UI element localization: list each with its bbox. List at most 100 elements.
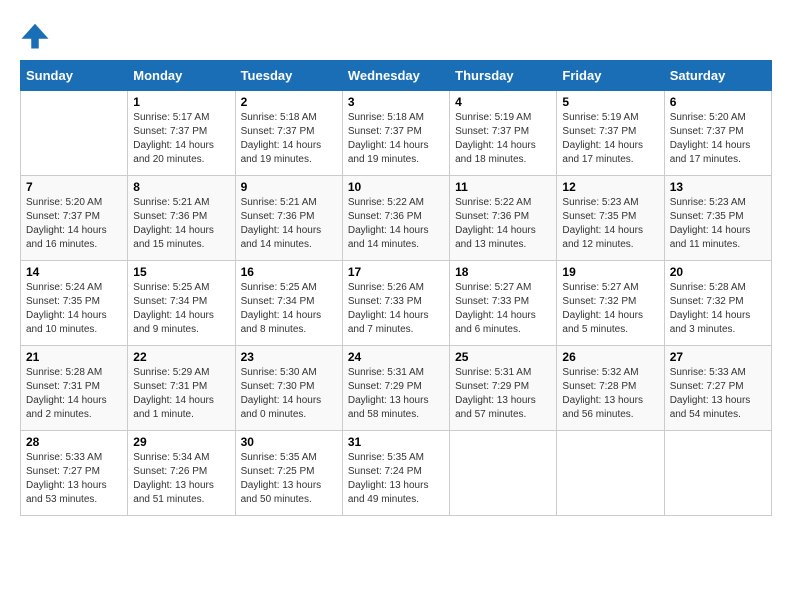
day-info: Sunrise: 5:29 AM Sunset: 7:31 PM Dayligh… — [133, 366, 229, 422]
day-number: 18 — [455, 265, 551, 279]
calendar-cell: 21 Sunrise: 5:28 AM Sunset: 7:31 PM Dayli… — [21, 346, 128, 431]
day-info: Sunrise: 5:34 AM Sunset: 7:26 PM Dayligh… — [133, 451, 229, 507]
calendar-week-row: 21 Sunrise: 5:28 AM Sunset: 7:31 PM Dayli… — [21, 346, 772, 431]
day-number: 29 — [133, 435, 229, 449]
day-number: 6 — [670, 95, 766, 109]
day-info: Sunrise: 5:23 AM Sunset: 7:35 PM Dayligh… — [670, 196, 766, 252]
day-number: 12 — [562, 180, 658, 194]
day-info: Sunrise: 5:23 AM Sunset: 7:35 PM Dayligh… — [562, 196, 658, 252]
calendar-cell: 19 Sunrise: 5:27 AM Sunset: 7:32 PM Dayli… — [557, 261, 664, 346]
day-info: Sunrise: 5:28 AM Sunset: 7:31 PM Dayligh… — [26, 366, 122, 422]
day-number: 28 — [26, 435, 122, 449]
day-number: 19 — [562, 265, 658, 279]
day-number: 25 — [455, 350, 551, 364]
day-number: 23 — [241, 350, 337, 364]
day-info: Sunrise: 5:31 AM Sunset: 7:29 PM Dayligh… — [348, 366, 444, 422]
calendar-cell: 18 Sunrise: 5:27 AM Sunset: 7:33 PM Dayli… — [450, 261, 557, 346]
calendar-cell: 13 Sunrise: 5:23 AM Sunset: 7:35 PM Dayli… — [664, 176, 771, 261]
day-info: Sunrise: 5:18 AM Sunset: 7:37 PM Dayligh… — [348, 111, 444, 167]
day-number: 7 — [26, 180, 122, 194]
calendar-cell — [557, 431, 664, 516]
calendar-cell: 16 Sunrise: 5:25 AM Sunset: 7:34 PM Dayli… — [235, 261, 342, 346]
calendar-cell: 20 Sunrise: 5:28 AM Sunset: 7:32 PM Dayli… — [664, 261, 771, 346]
day-number: 21 — [26, 350, 122, 364]
calendar-cell: 7 Sunrise: 5:20 AM Sunset: 7:37 PM Daylig… — [21, 176, 128, 261]
day-number: 4 — [455, 95, 551, 109]
day-info: Sunrise: 5:25 AM Sunset: 7:34 PM Dayligh… — [241, 281, 337, 337]
calendar-cell: 27 Sunrise: 5:33 AM Sunset: 7:27 PM Dayli… — [664, 346, 771, 431]
calendar-cell: 23Sunrise: 5:30 AM Sunset: 7:30 PM Dayli… — [235, 346, 342, 431]
day-number: 16 — [241, 265, 337, 279]
calendar-cell — [450, 431, 557, 516]
day-info: Sunrise: 5:35 AM Sunset: 7:25 PM Dayligh… — [241, 451, 337, 507]
calendar-cell: 15 Sunrise: 5:25 AM Sunset: 7:34 PM Dayli… — [128, 261, 235, 346]
calendar-cell: 22Sunrise: 5:29 AM Sunset: 7:31 PM Dayli… — [128, 346, 235, 431]
day-of-week-header: Monday — [128, 61, 235, 91]
day-number: 1 — [133, 95, 229, 109]
day-info: Sunrise: 5:19 AM Sunset: 7:37 PM Dayligh… — [562, 111, 658, 167]
calendar-cell: 12 Sunrise: 5:23 AM Sunset: 7:35 PM Dayli… — [557, 176, 664, 261]
day-info: Sunrise: 5:25 AM Sunset: 7:34 PM Dayligh… — [133, 281, 229, 337]
page-header — [20, 20, 772, 50]
day-info: Sunrise: 5:17 AM Sunset: 7:37 PM Dayligh… — [133, 111, 229, 167]
day-number: 30 — [241, 435, 337, 449]
calendar-cell: 9 Sunrise: 5:21 AM Sunset: 7:36 PM Daylig… — [235, 176, 342, 261]
day-number: 11 — [455, 180, 551, 194]
day-info: Sunrise: 5:21 AM Sunset: 7:36 PM Dayligh… — [241, 196, 337, 252]
day-number: 26 — [562, 350, 658, 364]
day-number: 2 — [241, 95, 337, 109]
day-number: 5 — [562, 95, 658, 109]
day-info: Sunrise: 5:19 AM Sunset: 7:37 PM Dayligh… — [455, 111, 551, 167]
calendar-week-row: 14Sunrise: 5:24 AM Sunset: 7:35 PM Dayli… — [21, 261, 772, 346]
calendar-cell: 14Sunrise: 5:24 AM Sunset: 7:35 PM Dayli… — [21, 261, 128, 346]
day-number: 8 — [133, 180, 229, 194]
day-info: Sunrise: 5:27 AM Sunset: 7:33 PM Dayligh… — [455, 281, 551, 337]
calendar-cell: 17Sunrise: 5:26 AM Sunset: 7:33 PM Dayli… — [342, 261, 449, 346]
calendar-header-row: SundayMondayTuesdayWednesdayThursdayFrid… — [21, 61, 772, 91]
day-info: Sunrise: 5:18 AM Sunset: 7:37 PM Dayligh… — [241, 111, 337, 167]
day-info: Sunrise: 5:20 AM Sunset: 7:37 PM Dayligh… — [670, 111, 766, 167]
day-of-week-header: Wednesday — [342, 61, 449, 91]
calendar-cell: 24 Sunrise: 5:31 AM Sunset: 7:29 PM Dayli… — [342, 346, 449, 431]
calendar-cell: 11Sunrise: 5:22 AM Sunset: 7:36 PM Dayli… — [450, 176, 557, 261]
day-info: Sunrise: 5:31 AM Sunset: 7:29 PM Dayligh… — [455, 366, 551, 422]
day-of-week-header: Friday — [557, 61, 664, 91]
day-number: 13 — [670, 180, 766, 194]
calendar-cell: 4 Sunrise: 5:19 AM Sunset: 7:37 PM Daylig… — [450, 91, 557, 176]
calendar-cell: 10 Sunrise: 5:22 AM Sunset: 7:36 PM Dayli… — [342, 176, 449, 261]
day-number: 9 — [241, 180, 337, 194]
day-info: Sunrise: 5:32 AM Sunset: 7:28 PM Dayligh… — [562, 366, 658, 422]
day-number: 20 — [670, 265, 766, 279]
day-number: 31 — [348, 435, 444, 449]
calendar-cell: 28 Sunrise: 5:33 AM Sunset: 7:27 PM Dayli… — [21, 431, 128, 516]
calendar-cell: 2 Sunrise: 5:18 AM Sunset: 7:37 PM Daylig… — [235, 91, 342, 176]
day-info: Sunrise: 5:33 AM Sunset: 7:27 PM Dayligh… — [670, 366, 766, 422]
day-info: Sunrise: 5:28 AM Sunset: 7:32 PM Dayligh… — [670, 281, 766, 337]
calendar-cell: 26 Sunrise: 5:32 AM Sunset: 7:28 PM Dayli… — [557, 346, 664, 431]
calendar-cell: 31Sunrise: 5:35 AM Sunset: 7:24 PM Dayli… — [342, 431, 449, 516]
calendar-cell: 5 Sunrise: 5:19 AM Sunset: 7:37 PM Daylig… — [557, 91, 664, 176]
day-of-week-header: Saturday — [664, 61, 771, 91]
day-info: Sunrise: 5:20 AM Sunset: 7:37 PM Dayligh… — [26, 196, 122, 252]
calendar-cell: 30 Sunrise: 5:35 AM Sunset: 7:25 PM Dayli… — [235, 431, 342, 516]
day-info: Sunrise: 5:27 AM Sunset: 7:32 PM Dayligh… — [562, 281, 658, 337]
calendar-cell — [664, 431, 771, 516]
logo-icon — [20, 20, 50, 50]
day-number: 10 — [348, 180, 444, 194]
day-number: 27 — [670, 350, 766, 364]
day-of-week-header: Tuesday — [235, 61, 342, 91]
day-number: 17 — [348, 265, 444, 279]
logo — [20, 20, 54, 50]
day-info: Sunrise: 5:33 AM Sunset: 7:27 PM Dayligh… — [26, 451, 122, 507]
day-number: 15 — [133, 265, 229, 279]
day-of-week-header: Sunday — [21, 61, 128, 91]
calendar-table: SundayMondayTuesdayWednesdayThursdayFrid… — [20, 60, 772, 516]
day-info: Sunrise: 5:22 AM Sunset: 7:36 PM Dayligh… — [348, 196, 444, 252]
day-number: 3 — [348, 95, 444, 109]
day-number: 24 — [348, 350, 444, 364]
calendar-cell: 1 Sunrise: 5:17 AM Sunset: 7:37 PM Daylig… — [128, 91, 235, 176]
calendar-week-row: 7 Sunrise: 5:20 AM Sunset: 7:37 PM Daylig… — [21, 176, 772, 261]
calendar-cell: 6 Sunrise: 5:20 AM Sunset: 7:37 PM Daylig… — [664, 91, 771, 176]
day-info: Sunrise: 5:24 AM Sunset: 7:35 PM Dayligh… — [26, 281, 122, 337]
calendar-week-row: 1 Sunrise: 5:17 AM Sunset: 7:37 PM Daylig… — [21, 91, 772, 176]
